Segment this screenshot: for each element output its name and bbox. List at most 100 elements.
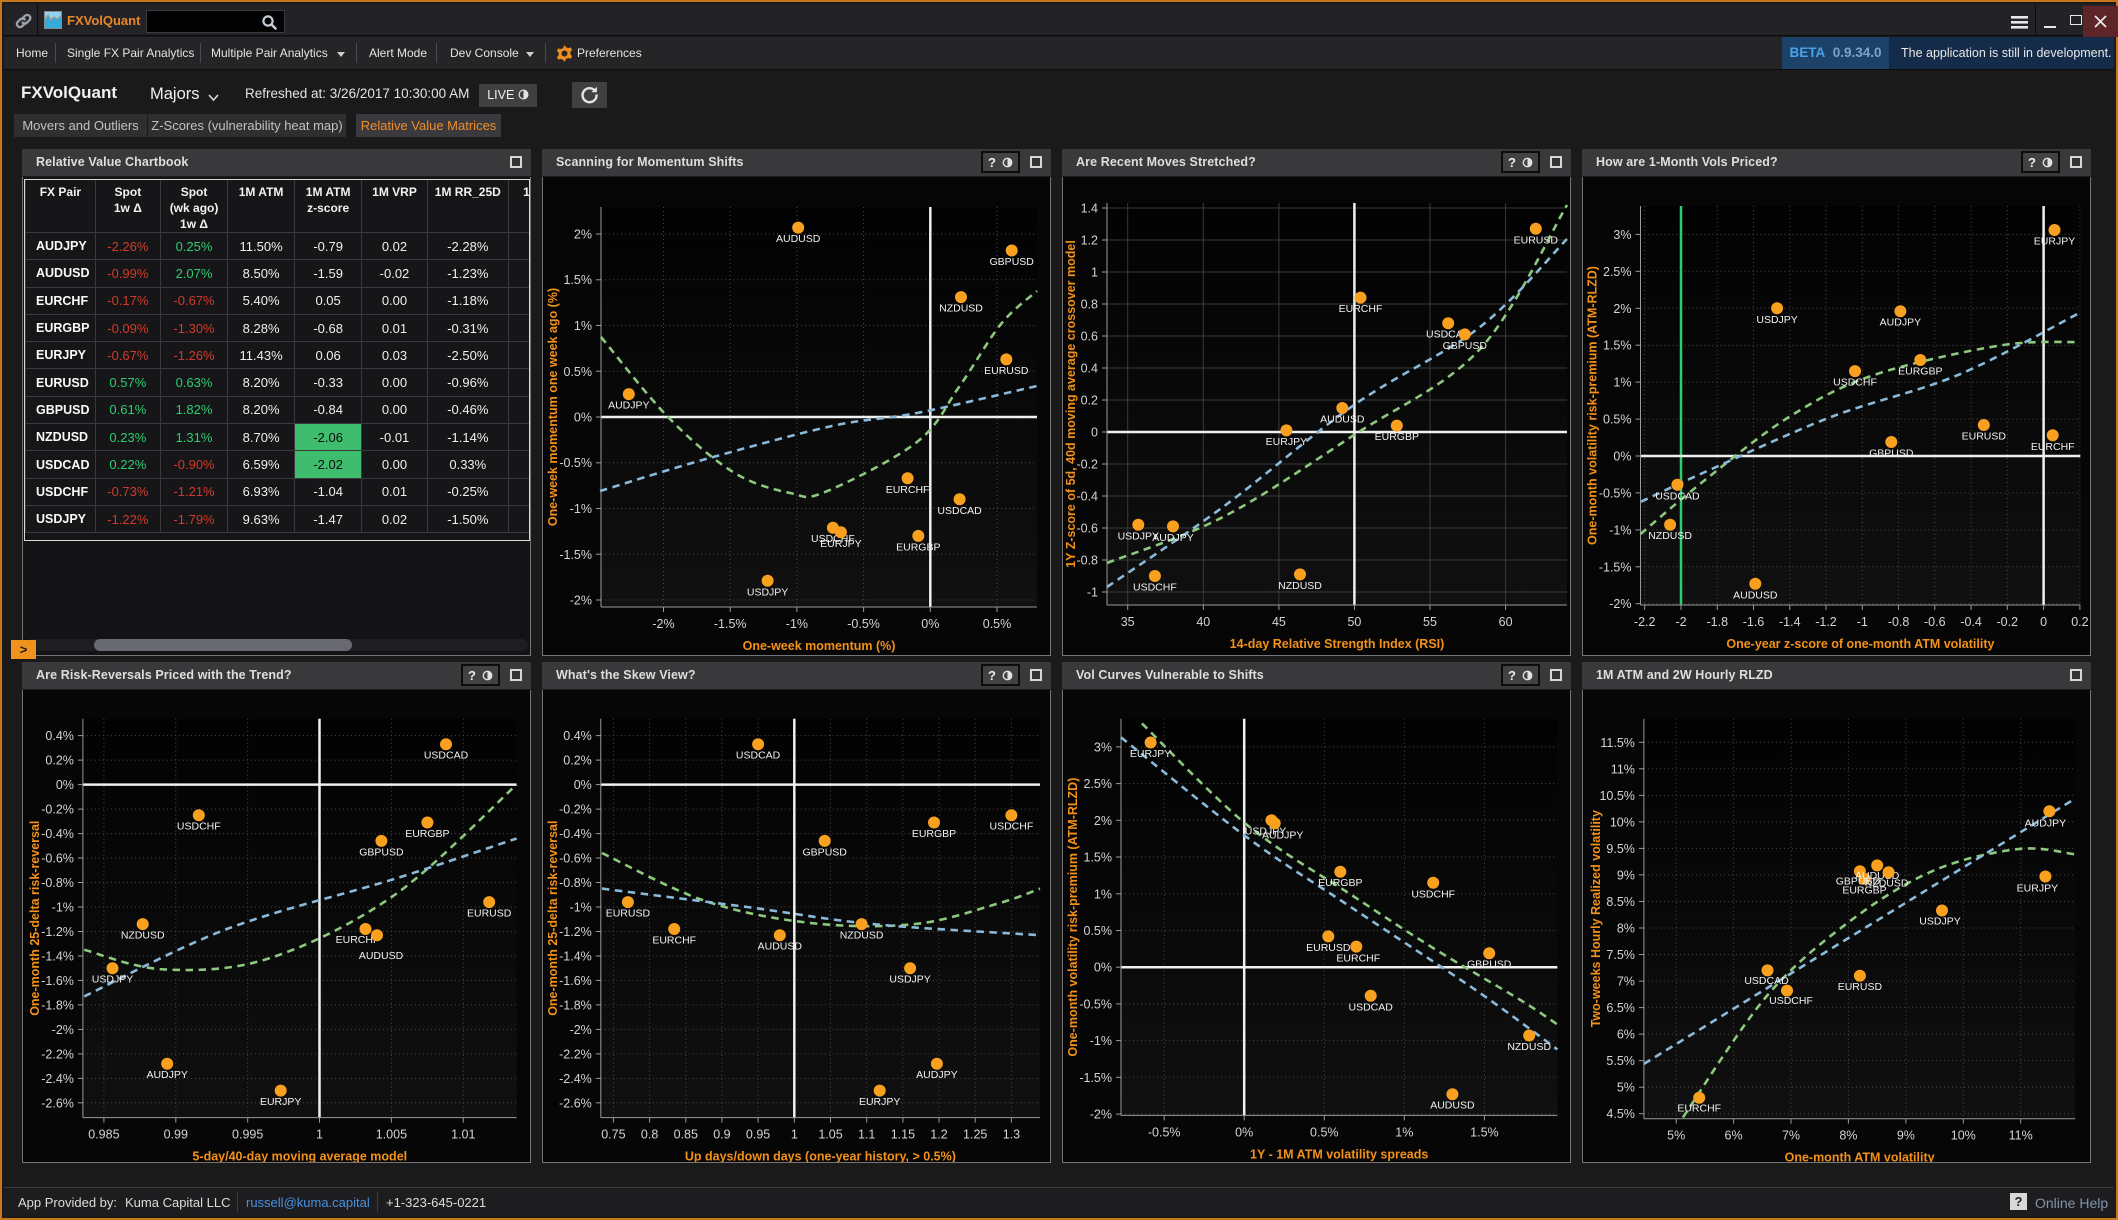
svg-text:One-month ATM volatility: One-month ATM volatility [1785, 1151, 1935, 1162]
svg-text:GBPUSD: GBPUSD [803, 846, 848, 858]
svg-text:USDCHF: USDCHF [990, 821, 1034, 833]
svg-text:NZDUSD: NZDUSD [1507, 1041, 1551, 1053]
svg-text:EURCHF: EURCHF [2031, 441, 2075, 453]
svg-text:-1.8%: -1.8% [559, 998, 592, 1012]
svg-text:USDCAD: USDCAD [1744, 975, 1789, 987]
svg-text:-0.4: -0.4 [1960, 615, 1982, 629]
svg-text:EURUSD: EURUSD [984, 365, 1029, 377]
svg-text:USDJPY: USDJPY [1919, 916, 1960, 928]
svg-text:55: 55 [1423, 615, 1437, 629]
svg-text:EURUSD: EURUSD [1962, 431, 2007, 443]
svg-text:0%: 0% [56, 778, 74, 792]
svg-text:EURCHF: EURCHF [1339, 303, 1383, 315]
svg-text:4.5%: 4.5% [1606, 1107, 1635, 1121]
svg-text:-0.5%: -0.5% [1599, 486, 1632, 500]
svg-text:0.4%: 0.4% [563, 729, 592, 743]
svg-text:-1.2%: -1.2% [41, 925, 74, 939]
svg-text:One-week momentum one week ago: One-week momentum one week ago (%) [546, 288, 560, 526]
svg-text:USDCHF: USDCHF [1133, 582, 1177, 594]
svg-text:-1%: -1% [52, 901, 74, 915]
svg-text:0%: 0% [1613, 450, 1631, 464]
svg-text:-2%: -2% [570, 594, 592, 608]
svg-text:USDCHF: USDCHF [1411, 888, 1455, 900]
svg-text:0.5%: 0.5% [1603, 413, 1632, 427]
svg-text:AUDJPY: AUDJPY [1262, 829, 1303, 841]
svg-text:EURUSD: EURUSD [1838, 981, 1883, 993]
svg-text:-1.5%: -1.5% [714, 617, 747, 631]
svg-text:8.5%: 8.5% [1606, 895, 1635, 909]
svg-text:1: 1 [1091, 266, 1098, 280]
svg-text:0.6: 0.6 [1081, 330, 1098, 344]
svg-text:1%: 1% [1094, 887, 1112, 901]
svg-text:AUDUSD: AUDUSD [776, 233, 821, 245]
svg-text:AUDUSD: AUDUSD [1733, 589, 1778, 601]
svg-text:1.2: 1.2 [930, 1128, 947, 1142]
svg-text:5-day/40-day moving average mo: 5-day/40-day moving average model [192, 1150, 407, 1162]
svg-text:-2.2%: -2.2% [41, 1047, 74, 1061]
svg-text:0.2: 0.2 [1081, 394, 1098, 408]
svg-text:EURJPY: EURJPY [260, 1096, 301, 1108]
svg-text:0.4: 0.4 [1081, 362, 1098, 376]
svg-text:-0.4: -0.4 [1076, 490, 1098, 504]
svg-text:1.15: 1.15 [891, 1128, 915, 1142]
svg-text:1.5%: 1.5% [1603, 339, 1632, 353]
svg-text:11.5%: 11.5% [1600, 736, 1635, 750]
svg-text:EURGBP: EURGBP [405, 828, 449, 840]
svg-text:One-week momentum (%): One-week momentum (%) [743, 639, 896, 653]
svg-text:NZDUSD: NZDUSD [121, 930, 165, 942]
svg-text:-2%: -2% [1609, 597, 1631, 611]
svg-text:-1.6%: -1.6% [41, 974, 74, 988]
svg-text:-1%: -1% [570, 901, 592, 915]
svg-text:-1.5%: -1.5% [559, 548, 592, 562]
svg-text:1.25: 1.25 [963, 1128, 987, 1142]
svg-text:One-month volatility risk-prem: One-month volatility risk-premium (ATM-R… [1586, 266, 1600, 545]
svg-text:-0.6: -0.6 [1924, 615, 1946, 629]
svg-text:EURGBP: EURGBP [1318, 877, 1362, 889]
svg-text:9%: 9% [1617, 868, 1635, 882]
svg-text:-2.4%: -2.4% [41, 1072, 74, 1086]
svg-text:-2.2: -2.2 [1634, 615, 1656, 629]
svg-text:-1.5%: -1.5% [1599, 560, 1632, 574]
svg-text:1.5%: 1.5% [1470, 1125, 1499, 1139]
svg-text:1Y Z-score of 5d, 40d moving a: 1Y Z-score of 5d, 40d moving average cro… [1064, 240, 1078, 568]
svg-text:Up days/down days (one-year hi: Up days/down days (one-year history, > 0… [685, 1150, 956, 1162]
svg-text:35: 35 [1121, 615, 1135, 629]
svg-text:AUDJPY: AUDJPY [608, 400, 649, 412]
svg-text:EURJPY: EURJPY [1130, 748, 1171, 760]
svg-text:One-month 25-delta risk-revers: One-month 25-delta risk-reversal [28, 821, 42, 1016]
svg-text:GBPUSD: GBPUSD [990, 256, 1035, 268]
svg-text:0%: 0% [1094, 961, 1112, 975]
svg-text:0.5%: 0.5% [564, 365, 593, 379]
svg-text:EURJPY: EURJPY [820, 538, 861, 550]
svg-text:0.8: 0.8 [1081, 298, 1098, 312]
svg-text:EURJPY: EURJPY [2034, 236, 2075, 248]
svg-text:-0.5%: -0.5% [559, 456, 592, 470]
svg-text:1.5%: 1.5% [1084, 851, 1113, 865]
svg-text:5%: 5% [1667, 1129, 1685, 1143]
svg-text:-1.2%: -1.2% [559, 925, 592, 939]
svg-text:EURGBP: EURGBP [1898, 366, 1942, 378]
svg-text:GBPUSD: GBPUSD [1869, 448, 1914, 460]
svg-text:0.9: 0.9 [713, 1128, 730, 1142]
svg-text:EURCHF: EURCHF [886, 484, 930, 496]
svg-text:EURCHF: EURCHF [1336, 953, 1380, 965]
svg-text:-1.2: -1.2 [1815, 615, 1837, 629]
svg-text:40: 40 [1196, 615, 1210, 629]
svg-text:0.99: 0.99 [164, 1128, 188, 1142]
svg-text:USDCHF: USDCHF [1833, 377, 1877, 389]
svg-text:AUDUSD: AUDUSD [1320, 414, 1365, 426]
svg-text:GBPUSD: GBPUSD [1443, 340, 1488, 352]
svg-text:0.5%: 0.5% [1084, 924, 1113, 938]
svg-text:-1.6%: -1.6% [559, 974, 592, 988]
svg-text:1: 1 [791, 1128, 798, 1142]
svg-text:6%: 6% [1725, 1129, 1743, 1143]
svg-text:-0.2: -0.2 [1076, 458, 1098, 472]
svg-text:0: 0 [1091, 426, 1098, 440]
svg-text:AUDJPY: AUDJPY [1152, 532, 1193, 544]
svg-text:USDCHF: USDCHF [1769, 995, 1813, 1007]
svg-text:-0.5%: -0.5% [1079, 997, 1112, 1011]
svg-text:EURUSD: EURUSD [1514, 234, 1559, 246]
svg-text:USDJPY: USDJPY [92, 974, 133, 986]
svg-text:1Y - 1M ATM volatility spreads: 1Y - 1M ATM volatility spreads [1250, 1147, 1428, 1161]
svg-text:-0.2%: -0.2% [559, 803, 592, 817]
